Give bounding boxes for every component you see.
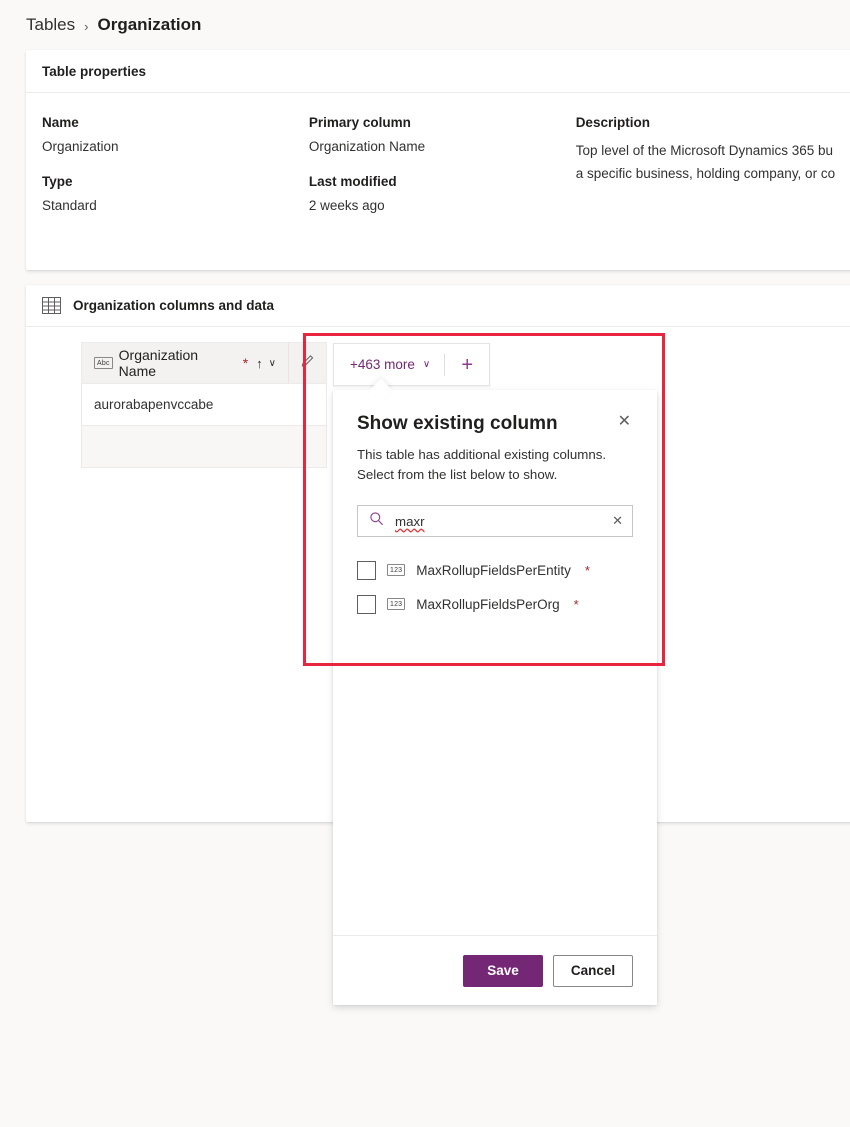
columns-and-data-header: Organization columns and data — [26, 285, 850, 327]
dialog-title: Show existing column — [357, 413, 558, 434]
description-label: Description — [575, 115, 650, 130]
name-value: Organization — [42, 139, 119, 154]
cell-organization-name[interactable] — [82, 426, 288, 467]
more-columns-label: +463 more — [350, 357, 415, 372]
cell-edit[interactable] — [288, 384, 326, 425]
required-asterisk: * — [573, 596, 579, 612]
text-type-icon: Abc — [94, 357, 113, 369]
breadcrumb: Tables › Organization — [26, 2, 201, 48]
name-label: Name — [42, 115, 79, 130]
grid-header-organization-name[interactable]: Abc Organization Name * ↑ ∨ — [82, 343, 288, 383]
search-box[interactable]: maxr ✕ — [357, 505, 633, 537]
plus-icon: + — [461, 353, 474, 376]
table-icon — [42, 297, 61, 314]
properties-column-2: Primary column Organization Name Last mo… — [309, 115, 576, 233]
clear-icon[interactable]: ✕ — [606, 513, 623, 529]
add-column-button[interactable]: + — [445, 344, 489, 385]
close-icon[interactable]: ✕ — [616, 412, 633, 432]
dialog-body: Show existing column ✕ This table has ad… — [333, 390, 657, 935]
list-item[interactable]: 123 MaxRollupFieldsPerOrg * — [357, 587, 633, 621]
more-columns-toolbar: +463 more ∨ + — [333, 343, 491, 386]
checkbox[interactable] — [357, 594, 376, 614]
breadcrumb-current-organization: Organization — [97, 15, 202, 34]
grid-header-edit-column[interactable] — [288, 343, 326, 383]
dialog-subtitle-line-2: Select from the list below to show. — [357, 467, 558, 482]
dialog-footer: Save Cancel — [333, 935, 657, 1005]
columns-and-data-title: Organization columns and data — [73, 298, 275, 313]
chevron-down-icon: ∨ — [422, 359, 431, 370]
primary-column-label: Primary column — [308, 115, 411, 130]
dialog-subtitle-line-1: This table has additional existing colum… — [357, 447, 607, 462]
existing-columns-list: 123 MaxRollupFieldsPerEntity * 123 MaxRo… — [357, 553, 633, 621]
breadcrumb-link-tables[interactable]: Tables — [26, 15, 75, 35]
number-type-icon: 123 — [387, 598, 406, 610]
list-item[interactable]: 123 MaxRollupFieldsPerEntity * — [357, 553, 633, 587]
save-button[interactable]: Save — [463, 954, 543, 987]
required-asterisk: * — [242, 355, 249, 371]
show-existing-column-dialog: Show existing column ✕ This table has ad… — [333, 378, 657, 1005]
properties-column-3: Description Top level of the Microsoft D… — [576, 115, 850, 233]
columns-data-grid: Abc Organization Name * ↑ ∨ aurorabapenv… — [81, 342, 327, 468]
properties-column-1: Name Organization Type Standard — [42, 115, 309, 233]
table-properties-card: Table properties Name Organization Type … — [26, 50, 850, 270]
primary-column-value: Organization Name — [308, 139, 426, 154]
dialog-title-row: Show existing column ✕ — [357, 412, 633, 436]
table-properties-title: Table properties — [42, 63, 147, 79]
search-icon — [369, 511, 384, 531]
description-line-2: a specific business, holding company, or… — [575, 166, 836, 181]
edit-pencil-icon — [300, 354, 315, 372]
description-line-1: Top level of the Microsoft Dynamics 365 … — [575, 143, 834, 158]
last-modified-label: Last modified — [308, 174, 397, 189]
list-item-label: MaxRollupFieldsPerEntity — [416, 562, 571, 578]
grid-header-row: Abc Organization Name * ↑ ∨ — [81, 342, 327, 384]
grid-header-label: Organization Name — [118, 347, 199, 379]
search-input[interactable]: maxr — [395, 514, 606, 529]
table-row[interactable]: aurorabapenvccabe — [81, 384, 327, 426]
type-value: Standard — [42, 198, 97, 213]
table-properties-header: Table properties — [26, 50, 850, 93]
cell-edit[interactable] — [288, 426, 326, 467]
checkbox[interactable] — [357, 560, 376, 580]
type-label: Type — [42, 174, 73, 189]
chevron-down-icon[interactable]: ∨ — [269, 358, 276, 369]
breadcrumb-separator-icon: › — [84, 18, 89, 34]
required-asterisk: * — [584, 562, 590, 578]
cancel-button[interactable]: Cancel — [553, 954, 633, 987]
last-modified-value: 2 weeks ago — [308, 198, 385, 213]
number-type-icon: 123 — [387, 564, 406, 576]
more-columns-button[interactable]: +463 more ∨ — [334, 344, 444, 385]
table-properties-grid: Name Organization Type Standard Primary … — [26, 93, 850, 233]
sort-ascending-icon[interactable]: ↑ — [256, 356, 263, 371]
cell-organization-name[interactable]: aurorabapenvccabe — [82, 384, 288, 425]
list-item-label: MaxRollupFieldsPerOrg — [416, 596, 560, 612]
table-row[interactable] — [81, 426, 327, 468]
